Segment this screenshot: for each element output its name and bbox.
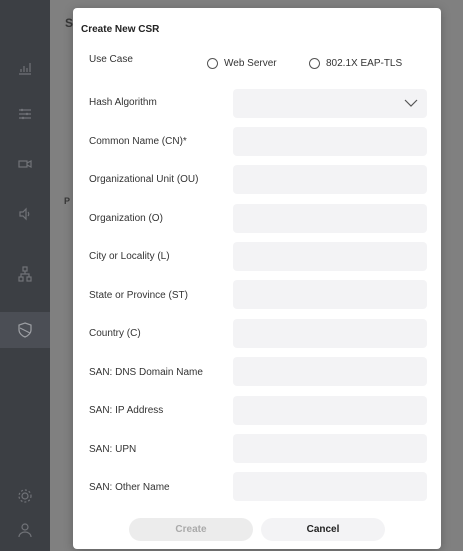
radio-eap-tls[interactable]: 802.1X EAP-TLS bbox=[309, 58, 402, 69]
radio-circle-icon bbox=[309, 58, 320, 69]
san-dns-input[interactable] bbox=[233, 357, 427, 386]
san-ip-label: SAN: IP Address bbox=[89, 405, 164, 416]
dialog-title: Create New CSR bbox=[81, 24, 160, 35]
organization-input[interactable] bbox=[233, 204, 427, 233]
organizational-unit-label: Organizational Unit (OU) bbox=[89, 174, 199, 185]
country-label: Country (C) bbox=[89, 328, 141, 339]
create-csr-dialog: Create New CSR Use Case Web Server 802.1… bbox=[73, 8, 441, 549]
radio-label: 802.1X EAP-TLS bbox=[326, 58, 403, 69]
san-dns-label: SAN: DNS Domain Name bbox=[89, 367, 203, 378]
city-input[interactable] bbox=[233, 242, 427, 271]
organization-label: Organization (O) bbox=[89, 213, 163, 224]
hash-algorithm-label: Hash Algorithm bbox=[89, 97, 157, 108]
create-button[interactable]: Create bbox=[129, 518, 253, 541]
radio-label: Web Server bbox=[224, 58, 277, 69]
city-label: City or Locality (L) bbox=[89, 251, 170, 262]
country-input[interactable] bbox=[233, 319, 427, 348]
hash-algorithm-select[interactable] bbox=[233, 89, 427, 118]
common-name-label: Common Name (CN)* bbox=[89, 136, 187, 147]
use-case-label: Use Case bbox=[89, 54, 133, 65]
cancel-button[interactable]: Cancel bbox=[261, 518, 385, 541]
san-upn-input[interactable] bbox=[233, 434, 427, 463]
radio-circle-icon bbox=[207, 58, 218, 69]
chevron-down-icon bbox=[404, 99, 418, 107]
organizational-unit-input[interactable] bbox=[233, 165, 427, 194]
san-other-label: SAN: Other Name bbox=[89, 482, 170, 493]
san-ip-input[interactable] bbox=[233, 396, 427, 425]
state-input[interactable] bbox=[233, 280, 427, 309]
common-name-input[interactable] bbox=[233, 127, 427, 156]
state-label: State or Province (ST) bbox=[89, 290, 188, 301]
radio-web-server[interactable]: Web Server bbox=[207, 58, 277, 69]
san-other-input[interactable] bbox=[233, 472, 427, 501]
san-upn-label: SAN: UPN bbox=[89, 444, 137, 455]
